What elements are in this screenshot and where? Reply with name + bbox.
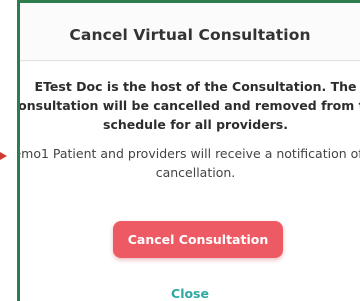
cancel-consultation-dialog: Cancel Virtual Consultation ETest Doc is… — [17, 0, 360, 301]
page: Cancel Virtual Consultation ETest Doc is… — [0, 0, 360, 301]
dialog-header: Cancel Virtual Consultation — [20, 3, 360, 61]
close-button[interactable]: Close — [20, 286, 360, 301]
notification-message: Demo1 Patient and providers will receive… — [20, 146, 360, 180]
dialog-title: Cancel Virtual Consultation — [69, 26, 311, 44]
cancel-consultation-button[interactable]: Cancel Consultation — [113, 221, 283, 258]
arrow-right-icon — [0, 152, 7, 160]
host-message: ETest Doc is the host of the Consultatio… — [17, 79, 360, 132]
dialog-body: ETest Doc is the host of the Consultatio… — [20, 62, 360, 301]
